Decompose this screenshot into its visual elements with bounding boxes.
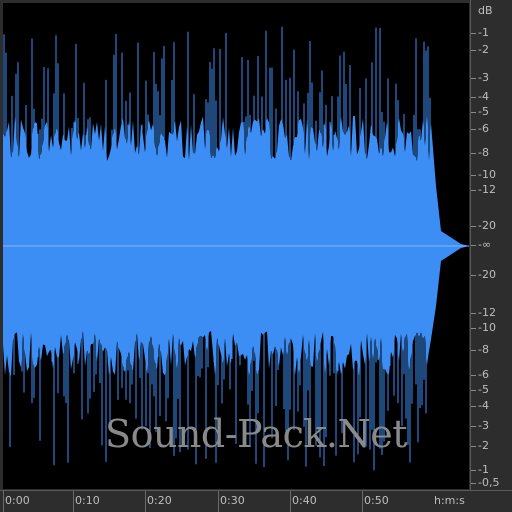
- db-label: -8: [478, 343, 489, 356]
- db-label: -20: [478, 268, 496, 281]
- db-label: -5: [478, 383, 489, 396]
- db-tick: [471, 350, 476, 351]
- db-label: -10: [478, 321, 496, 334]
- db-tick: [471, 313, 476, 314]
- db-label: -6: [478, 368, 489, 381]
- time-label: 0:20: [147, 494, 172, 507]
- db-tick: [471, 226, 476, 227]
- db-label: -∞: [478, 238, 492, 251]
- db-tick: [471, 375, 476, 376]
- time-tick: [290, 491, 291, 512]
- db-label: -6: [478, 122, 489, 135]
- db-label: -8: [478, 146, 489, 159]
- db-label: -1: [478, 26, 489, 39]
- db-tick: [471, 328, 476, 329]
- time-tick: [362, 491, 363, 512]
- db-tick: [471, 190, 476, 191]
- db-tick: [471, 406, 476, 407]
- db-label: -3: [478, 71, 489, 84]
- db-label: -12: [478, 183, 496, 196]
- db-unit-label: dB: [478, 4, 493, 17]
- time-label: 0:30: [220, 494, 245, 507]
- db-label: -3: [478, 419, 489, 432]
- db-label: -12: [478, 306, 496, 319]
- waveform-display[interactable]: [3, 3, 469, 489]
- db-tick: [471, 129, 476, 130]
- db-label: -1: [478, 463, 489, 476]
- db-tick: [471, 112, 476, 113]
- db-label: -4: [478, 90, 489, 103]
- time-tick: [3, 491, 4, 512]
- time-unit-label: h:m:s: [434, 494, 465, 507]
- waveform-editor: Sound-Pack.Net dB -1 -2 -3 -4 -5 -6 -8 -10 -12 -2…: [0, 0, 512, 512]
- time-ruler[interactable]: 0:00 0:10 0:20 0:30 0:40 0:50 h:m:s: [0, 490, 512, 512]
- db-tick: [471, 50, 476, 51]
- db-tick: [471, 275, 476, 276]
- waveform-graph[interactable]: [3, 3, 469, 489]
- db-tick: [471, 153, 476, 154]
- db-tick: [471, 390, 476, 391]
- db-scale-ruler: dB -1 -2 -3 -4 -5 -6 -8 -10 -12 -20 -∞ -20 -12 -10 -8 -…: [470, 0, 512, 490]
- db-tick: [471, 426, 476, 427]
- db-label: -0,5: [478, 476, 500, 489]
- db-tick: [471, 470, 476, 471]
- time-label: 0:10: [75, 494, 100, 507]
- db-tick: [471, 33, 476, 34]
- time-tick: [73, 491, 74, 512]
- db-tick: [471, 245, 476, 246]
- time-tick: [145, 491, 146, 512]
- db-label: -5: [478, 105, 489, 118]
- db-label: -10: [478, 168, 496, 181]
- time-label: 0:50: [364, 494, 389, 507]
- db-tick: [471, 97, 476, 98]
- time-label: 0:00: [5, 494, 30, 507]
- db-tick: [471, 175, 476, 176]
- db-label: -4: [478, 399, 489, 412]
- db-tick: [471, 446, 476, 447]
- time-label: 0:40: [292, 494, 317, 507]
- db-tick: [471, 483, 476, 484]
- db-tick: [471, 78, 476, 79]
- db-label: -2: [478, 43, 489, 56]
- db-label: -20: [478, 219, 496, 232]
- db-label: -2: [478, 439, 489, 452]
- time-tick: [218, 491, 219, 512]
